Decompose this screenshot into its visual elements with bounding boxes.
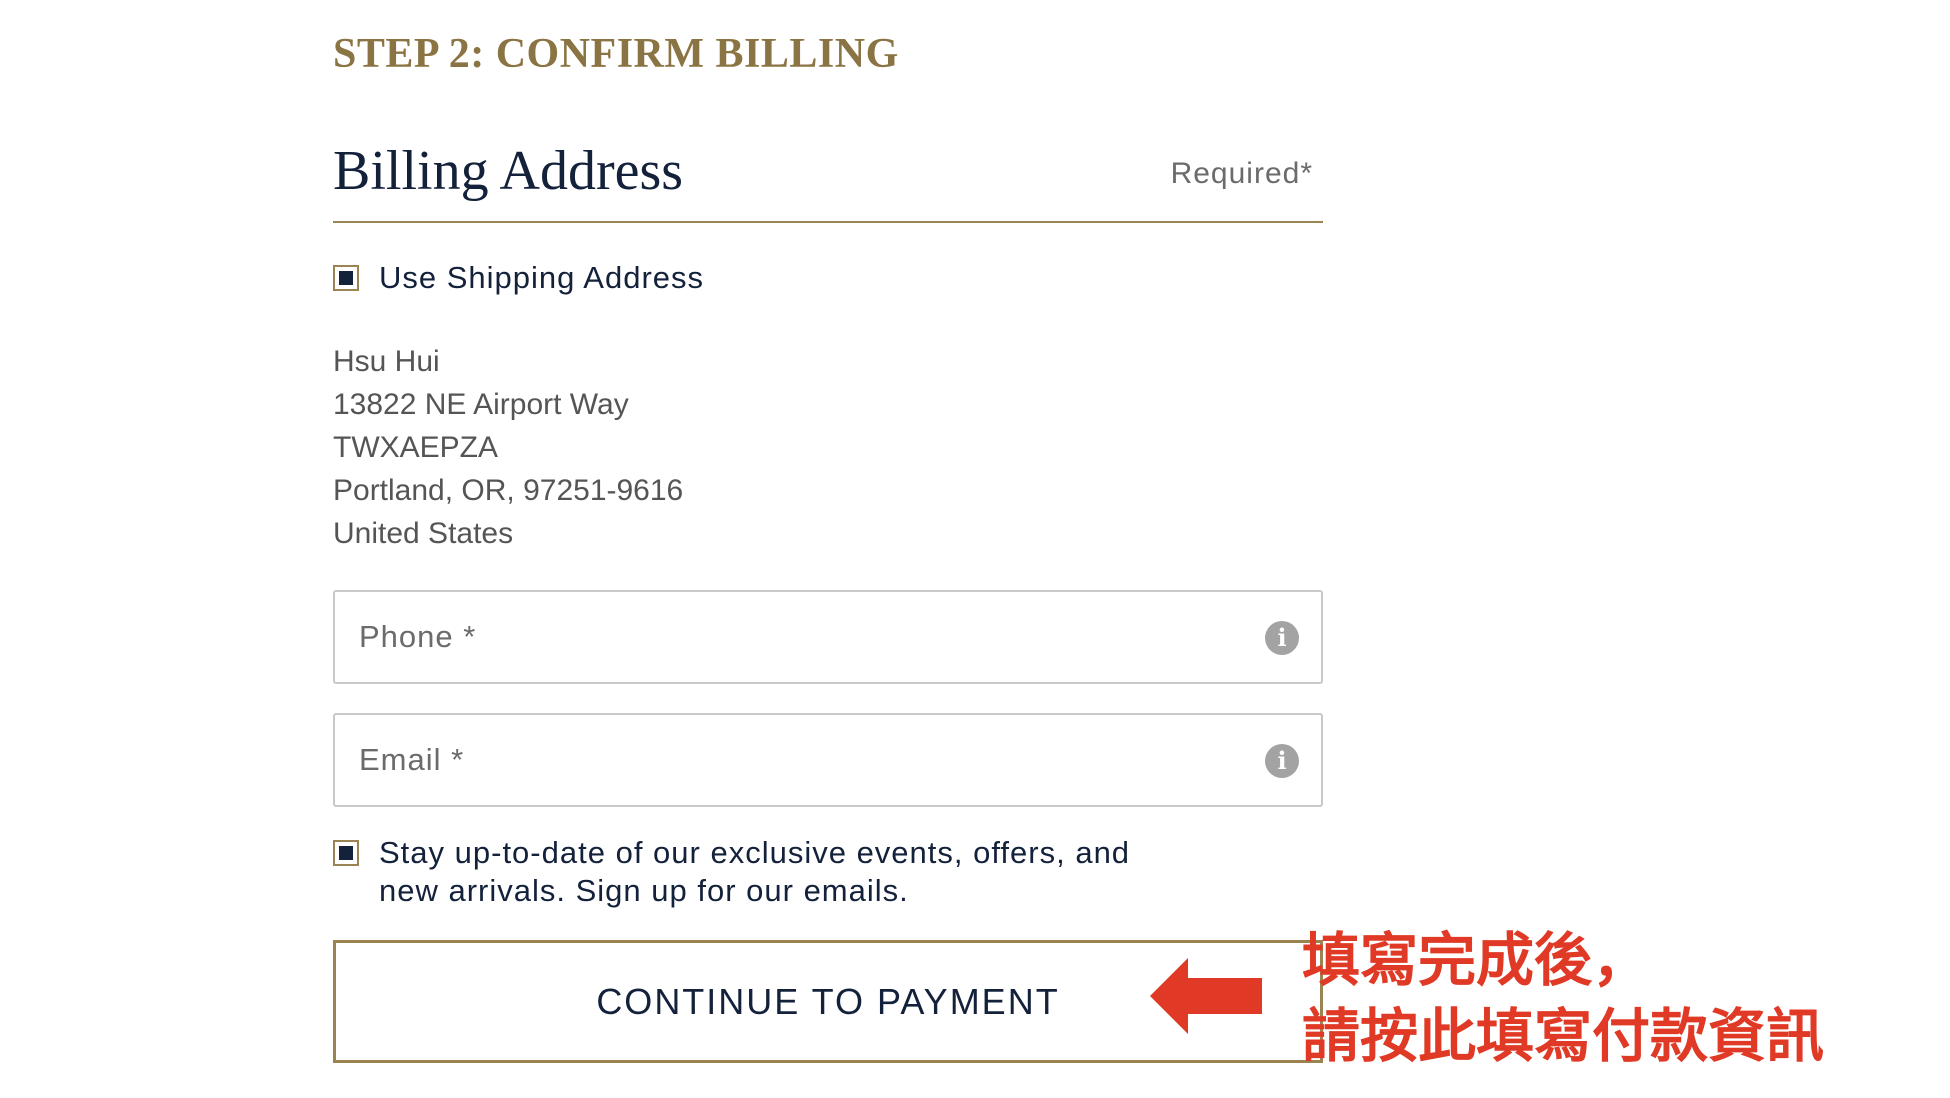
newsletter-option[interactable]: Stay up-to-date of our exclusive events,…	[333, 834, 1130, 910]
newsletter-label-line1: Stay up-to-date of our exclusive events,…	[379, 835, 1131, 870]
address-street: 13822 NE Airport Way	[333, 388, 629, 421]
billing-section-header: Billing Address Required*	[333, 135, 1323, 223]
address-country: United States	[333, 517, 514, 550]
newsletter-label[interactable]: Stay up-to-date of our exclusive events,…	[379, 834, 1130, 910]
phone-info-icon[interactable]: i	[1265, 621, 1299, 655]
use-shipping-address-option[interactable]: Use Shipping Address	[333, 259, 704, 297]
checkbox-checked-mark	[339, 846, 353, 860]
newsletter-label-line2: new arrivals. Sign up for our emails.	[379, 873, 909, 908]
email-input[interactable]	[335, 715, 1321, 805]
annotation-line2: 請按此填寫付款資訊	[1302, 1002, 1825, 1070]
phone-field: i	[333, 590, 1323, 684]
required-note: Required*	[1170, 157, 1313, 190]
billing-address-title: Billing Address	[333, 140, 684, 202]
email-field: i	[333, 713, 1323, 807]
instruction-annotation: 填寫完成後， 請按此填寫付款資訊	[1302, 922, 1824, 1074]
checkbox-checked-mark	[339, 271, 353, 285]
shipping-address-block: Hsu Hui 13822 NE Airport Way TWXAEPZA Po…	[333, 340, 683, 555]
red-arrow-left-icon	[1150, 958, 1262, 1034]
address-name: Hsu Hui	[333, 345, 440, 378]
address-city-state-zip: Portland, OR, 97251-9616	[333, 474, 684, 507]
use-shipping-address-label[interactable]: Use Shipping Address	[379, 259, 704, 297]
use-shipping-address-checkbox[interactable]	[333, 265, 359, 291]
email-info-icon[interactable]: i	[1265, 744, 1299, 778]
annotation-line1: 填寫完成後，	[1302, 926, 1651, 994]
address-line2: TWXAEPZA	[333, 431, 499, 464]
step-title: STEP 2: CONFIRM BILLING	[333, 31, 899, 77]
newsletter-checkbox[interactable]	[333, 840, 359, 866]
phone-input[interactable]	[335, 592, 1321, 682]
